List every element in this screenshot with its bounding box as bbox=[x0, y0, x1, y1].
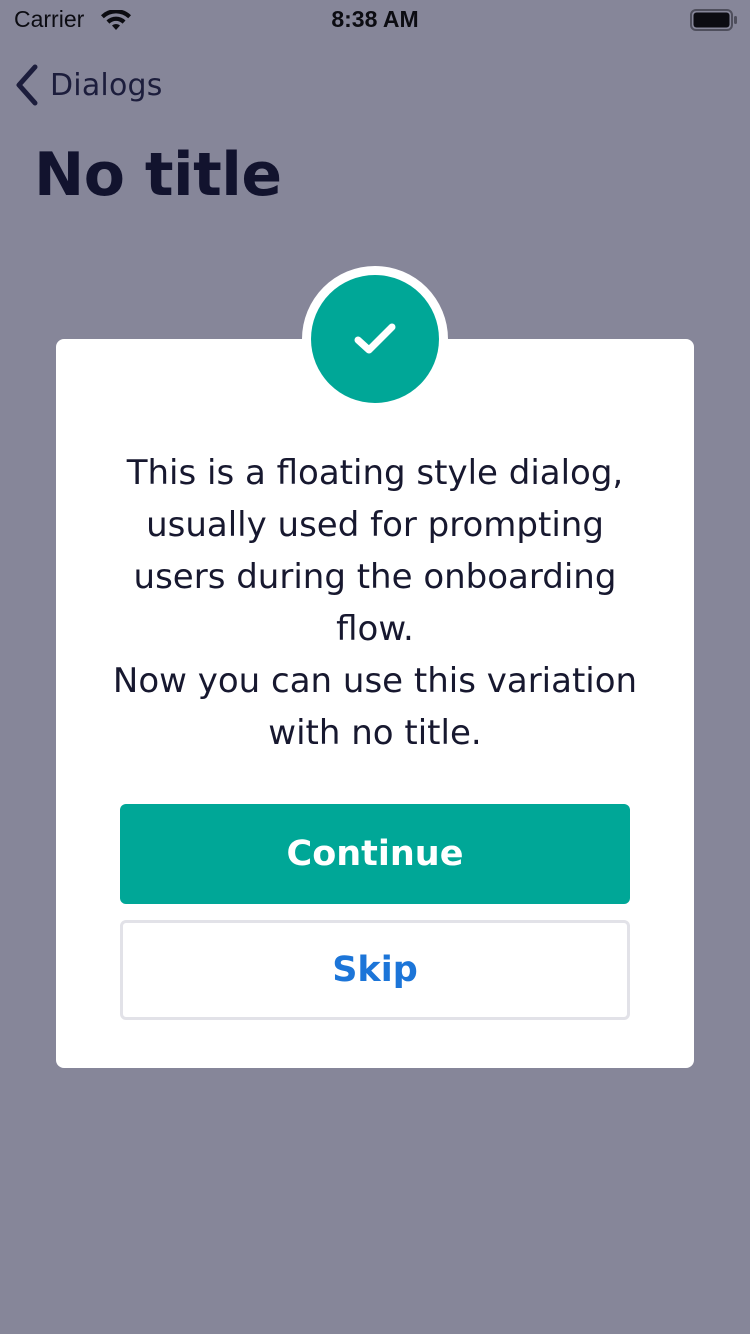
floating-dialog: This is a floating style dialog, usually… bbox=[56, 339, 694, 1068]
status-bar: Carrier 8:38 AM bbox=[0, 0, 750, 40]
battery-icon bbox=[690, 9, 737, 31]
back-button-label: Dialogs bbox=[50, 67, 163, 103]
clock: 8:38 AM bbox=[331, 6, 419, 32]
page-title: No title bbox=[34, 140, 282, 210]
chevron-left-icon bbox=[16, 64, 38, 106]
dialog-message: This is a floating style dialog, usually… bbox=[112, 453, 638, 753]
back-button[interactable]: Dialogs bbox=[14, 62, 163, 108]
skip-button[interactable]: Skip bbox=[120, 920, 630, 1020]
screen-background: Carrier 8:38 AM Dialogs No title This is… bbox=[0, 0, 750, 1334]
check-icon bbox=[354, 323, 396, 354]
dialog-badge bbox=[311, 275, 439, 403]
continue-button[interactable]: Continue bbox=[120, 804, 630, 904]
